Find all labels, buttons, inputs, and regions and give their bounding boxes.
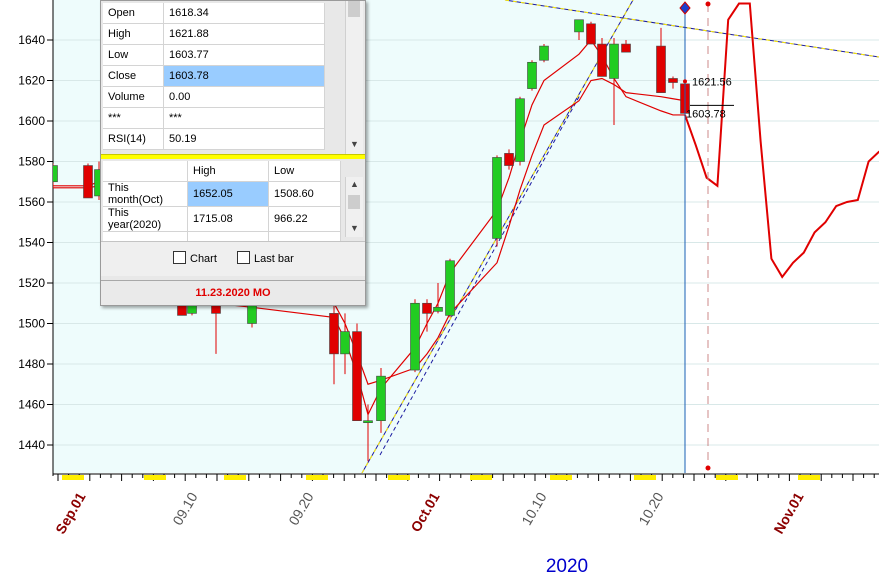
y-tick-label: 1580 bbox=[18, 155, 45, 169]
weekend-marker bbox=[388, 475, 410, 480]
candle-body bbox=[329, 313, 339, 355]
quote-scrollbar[interactable]: ▼ bbox=[345, 1, 363, 154]
range-header-high: High bbox=[187, 161, 269, 182]
range-table: High Low This month(Oct) 1652.05 1508.60… bbox=[103, 161, 341, 253]
range-high: 1652.05 bbox=[187, 181, 269, 207]
candle-body bbox=[668, 78, 678, 83]
quote-label: Low bbox=[103, 44, 164, 66]
range-header-low: Low bbox=[268, 161, 341, 182]
y-tick-label: 1600 bbox=[18, 114, 45, 128]
candle-body bbox=[445, 260, 455, 316]
range-low: 1508.60 bbox=[268, 181, 341, 207]
y-tick-label: 1460 bbox=[18, 398, 45, 412]
options-bar: Chart Last bar bbox=[101, 241, 365, 276]
scroll-up-icon[interactable]: ▲ bbox=[346, 179, 363, 189]
quote-value: 0.00 bbox=[163, 86, 325, 108]
today-top-marker bbox=[705, 1, 711, 7]
date-bar: 11.23.2020 MO bbox=[101, 280, 365, 305]
quote-table: Open 1618.34 High 1621.88 Low 1603.77 Close 160… bbox=[103, 3, 325, 150]
quote-label: *** bbox=[103, 107, 164, 129]
quote-value: 1603.78 bbox=[163, 65, 325, 87]
candle-body bbox=[586, 23, 596, 45]
quote-row: Close 1603.78 bbox=[103, 65, 325, 87]
y-tick-label: 1560 bbox=[18, 195, 45, 209]
range-header-row: High Low bbox=[103, 161, 341, 182]
candle-body bbox=[433, 306, 443, 312]
range-scrollbar[interactable]: ▲ ▼ bbox=[345, 177, 363, 237]
weekend-marker bbox=[634, 475, 656, 480]
quote-label: Volume bbox=[103, 86, 164, 108]
candle-body bbox=[656, 45, 666, 93]
weekend-marker bbox=[62, 475, 84, 480]
y-tick-label: 1440 bbox=[18, 438, 45, 452]
weekend-marker bbox=[306, 475, 328, 480]
quote-value: 1621.88 bbox=[163, 23, 325, 45]
chart-checkbox[interactable]: Chart bbox=[173, 251, 217, 265]
candle-body bbox=[410, 302, 420, 371]
ma-value-dot bbox=[683, 79, 687, 84]
candle-body bbox=[539, 45, 549, 61]
range-high: 1715.08 bbox=[187, 206, 269, 232]
range-label: This year(2020) bbox=[103, 206, 188, 232]
range-label: This month(Oct) bbox=[103, 181, 188, 207]
quote-row: Open 1618.34 bbox=[103, 3, 325, 24]
y-tick-label: 1520 bbox=[18, 276, 45, 290]
y-tick-label: 1640 bbox=[18, 33, 45, 47]
candle-body bbox=[340, 331, 350, 355]
range-header-blank bbox=[103, 161, 188, 182]
quote-row: RSI(14) 50.19 bbox=[103, 128, 325, 150]
checkbox-icon[interactable] bbox=[173, 251, 186, 264]
candle-body bbox=[352, 331, 362, 422]
price-tag: 1603.78 bbox=[686, 108, 726, 120]
candle-body bbox=[574, 19, 584, 33]
quote-value: 1603.77 bbox=[163, 44, 325, 66]
y-tick-label: 1500 bbox=[18, 317, 45, 331]
weekend-marker bbox=[550, 475, 572, 480]
quote-label: RSI(14) bbox=[103, 128, 164, 150]
today-bottom-marker bbox=[705, 465, 711, 471]
quote-value: 50.19 bbox=[163, 128, 325, 150]
quote-row: Low 1603.77 bbox=[103, 44, 325, 66]
candle-body bbox=[363, 420, 373, 424]
candle-body bbox=[422, 302, 432, 314]
scroll-down-icon[interactable]: ▼ bbox=[346, 139, 363, 149]
candle-body bbox=[492, 157, 502, 239]
candle-body bbox=[597, 43, 607, 77]
y-tick-label: 1540 bbox=[18, 236, 45, 250]
weekend-marker bbox=[716, 475, 738, 480]
quote-value: 1618.34 bbox=[163, 3, 325, 24]
quote-row: Volume 0.00 bbox=[103, 86, 325, 108]
range-row: This month(Oct) 1652.05 1508.60 bbox=[103, 181, 341, 207]
range-row: This year(2020) 1715.08 966.22 bbox=[103, 206, 341, 232]
y-tick-label: 1620 bbox=[18, 74, 45, 88]
quote-row: High 1621.88 bbox=[103, 23, 325, 45]
candle-body bbox=[83, 165, 93, 199]
range-low: 966.22 bbox=[268, 206, 341, 232]
checkbox-icon[interactable] bbox=[237, 251, 250, 264]
candle-body bbox=[376, 375, 386, 421]
y-tick-label: 1480 bbox=[18, 357, 45, 371]
candle-body bbox=[527, 61, 537, 89]
scroll-down-icon[interactable]: ▼ bbox=[346, 223, 363, 233]
candle-body bbox=[504, 153, 514, 166]
weekend-marker bbox=[224, 475, 246, 480]
last-bar-checkbox[interactable]: Last bar bbox=[237, 251, 294, 265]
quote-label: Close bbox=[103, 65, 164, 87]
candle-body bbox=[609, 43, 619, 79]
price-tag: 1621.56 bbox=[692, 76, 732, 88]
quote-panel[interactable]: Open 1618.34 High 1621.88 Low 1603.77 Close 160… bbox=[100, 0, 366, 306]
scroll-thumb[interactable] bbox=[348, 1, 360, 17]
weekend-marker bbox=[144, 475, 166, 480]
quote-label: Open bbox=[103, 3, 164, 24]
quote-label: High bbox=[103, 23, 164, 45]
scroll-thumb[interactable] bbox=[348, 195, 360, 209]
quote-row: *** *** bbox=[103, 107, 325, 129]
year-label: 2020 bbox=[546, 556, 588, 576]
weekend-marker bbox=[470, 475, 492, 480]
weekend-marker bbox=[798, 475, 820, 480]
quote-value: *** bbox=[163, 107, 325, 129]
panel-divider[interactable] bbox=[101, 154, 365, 159]
candle-body bbox=[515, 98, 525, 162]
candle-body bbox=[621, 43, 631, 53]
